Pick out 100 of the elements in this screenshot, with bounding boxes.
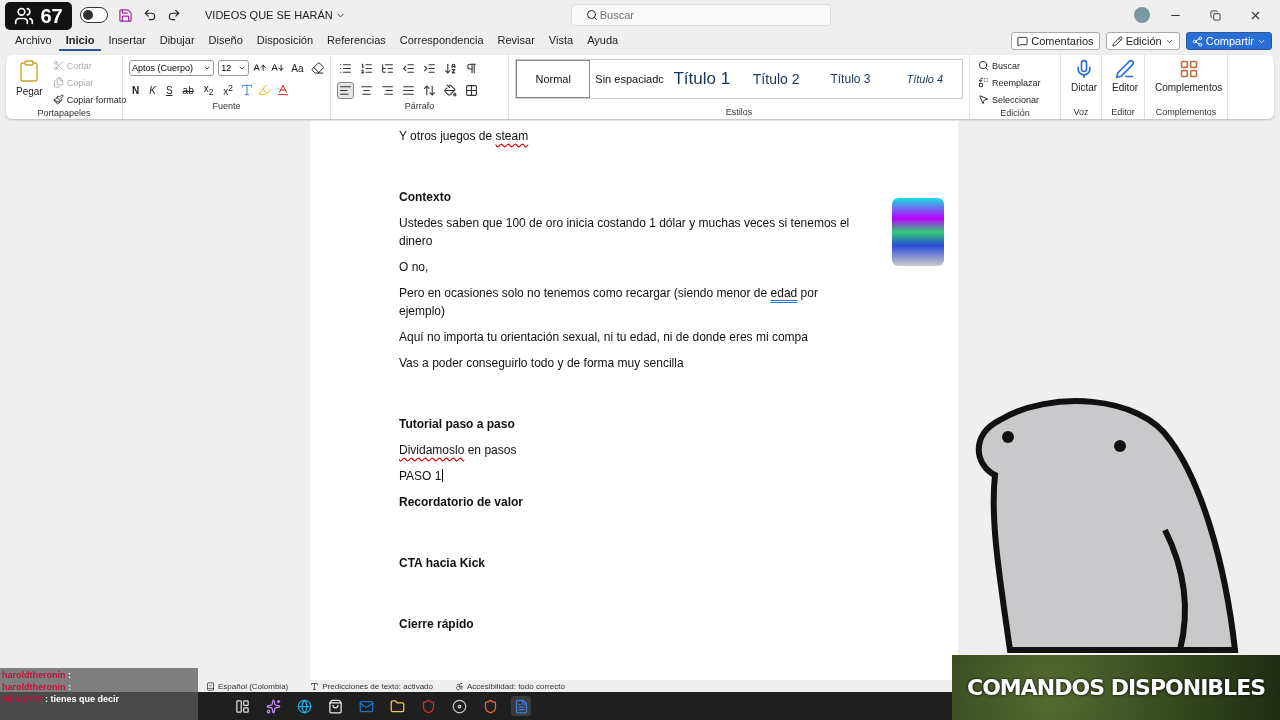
document-paragraph: O no, bbox=[399, 259, 430, 276]
search-icon bbox=[978, 60, 989, 71]
editing-action[interactable]: Seleccionar bbox=[976, 91, 1054, 108]
document-paragraph: Pero en ocasiones solo no tenemos como recargar (siendo menor de edad por ejemplo) bbox=[399, 285, 819, 320]
accessibility-icon bbox=[455, 681, 464, 691]
group-label: Edición bbox=[999, 108, 1031, 119]
style-item[interactable]: Normal bbox=[516, 60, 591, 98]
document-heading: CTA hacia Kick bbox=[399, 555, 487, 572]
status-item[interactable]: Accesibilidad: todo correcto bbox=[455, 681, 565, 691]
shield-icon bbox=[420, 698, 436, 714]
document-paragraph: Dividamoslo en pasos bbox=[399, 442, 518, 459]
people-icon bbox=[14, 6, 35, 26]
sort-icon bbox=[444, 61, 457, 75]
group-label: Fuente bbox=[211, 101, 242, 113]
search-field[interactable]: Buscar bbox=[570, 4, 831, 26]
font-size-field[interactable]: 12 bbox=[218, 60, 250, 76]
share-button[interactable]: Compartir bbox=[1185, 32, 1272, 50]
pen-icon bbox=[1115, 59, 1136, 79]
group-label: Voz bbox=[1072, 107, 1090, 119]
group-label: Portapapeles bbox=[36, 108, 92, 119]
document-heading: Recordatorio de valor bbox=[399, 494, 525, 511]
align-button[interactable] bbox=[337, 81, 354, 99]
menu-tab[interactable]: Correspondencia bbox=[392, 31, 491, 51]
book-check-icon bbox=[206, 681, 215, 691]
comments-button[interactable]: Comentarios bbox=[1011, 32, 1100, 50]
chat-message: Millo2707 : tienes que decir bbox=[2, 694, 120, 704]
share-icon bbox=[1191, 35, 1203, 47]
format-button[interactable]: ab bbox=[179, 84, 197, 96]
commands-banner: COMANDOS DISPONIBLES bbox=[952, 655, 1280, 720]
document-icon[interactable] bbox=[511, 696, 531, 716]
clipboard-action[interactable]: Copiar formato bbox=[50, 91, 129, 108]
mail-icon bbox=[358, 698, 374, 714]
grid-icon bbox=[465, 83, 478, 97]
text-effect-icon[interactable] bbox=[240, 83, 254, 97]
editing-action[interactable]: Reemplazar bbox=[976, 74, 1054, 91]
menu-tab[interactable]: Ayuda bbox=[580, 31, 626, 51]
align-icon bbox=[402, 83, 415, 97]
text-icon bbox=[310, 681, 320, 691]
document-heading: Cierre rápido bbox=[399, 616, 475, 633]
editor-button[interactable]: Editor bbox=[1108, 57, 1143, 95]
document-paragraph: Y otros juegos de steam bbox=[399, 128, 530, 145]
editing-action[interactable]: Buscar bbox=[976, 57, 1054, 74]
bag-icon bbox=[327, 698, 343, 714]
autosave-toggle[interactable] bbox=[80, 7, 108, 23]
menu-tab[interactable]: Insertar bbox=[101, 31, 153, 51]
status-item[interactable]: Predicciones de texto: activado bbox=[310, 681, 433, 691]
status-item[interactable]: Español (Colombia) bbox=[206, 681, 289, 691]
format-button[interactable]: N bbox=[129, 84, 143, 96]
clear-format-icon[interactable] bbox=[310, 61, 324, 75]
shading-button[interactable] bbox=[442, 81, 459, 99]
copy-icon bbox=[52, 77, 64, 88]
document-paragraph: Aquí no importa tu orientación sexual, ni tu edad, ni de donde eres mi compa bbox=[399, 329, 809, 346]
menu-tab[interactable]: Revisar bbox=[490, 31, 542, 51]
paint-bucket-icon bbox=[444, 83, 457, 97]
line-spacing-icon bbox=[423, 83, 436, 97]
outdent-icon bbox=[402, 61, 415, 75]
group-label: Párrafo bbox=[403, 101, 436, 113]
dictate-button[interactable]: Dictar bbox=[1067, 57, 1102, 95]
format-button[interactable]: S bbox=[162, 84, 176, 96]
menu-tab[interactable]: Referencias bbox=[320, 31, 393, 51]
paste-button[interactable]: Pegar bbox=[12, 57, 47, 99]
avatar-circle[interactable] bbox=[1134, 7, 1150, 23]
document-heading: Tutorial paso a paso bbox=[399, 416, 516, 433]
document-icon bbox=[513, 698, 529, 714]
viewer-count-badge: 67 bbox=[5, 2, 72, 30]
menu-tab[interactable]: Disposición bbox=[249, 31, 321, 51]
chat-message: haroldtheronin : bbox=[2, 682, 71, 692]
emote-placeholder bbox=[892, 198, 944, 266]
font-name-field[interactable]: Aptos (Cuerpo) bbox=[129, 60, 215, 76]
format-button[interactable]: x$^{2}$ bbox=[220, 82, 236, 98]
save-icon[interactable] bbox=[118, 7, 133, 23]
mode-button[interactable]: Edición bbox=[1105, 32, 1180, 50]
chevron-down-icon bbox=[238, 64, 247, 72]
pilcrow-icon bbox=[465, 61, 478, 75]
redo-icon[interactable] bbox=[167, 8, 181, 22]
menu-tab[interactable]: Dibujar bbox=[152, 31, 202, 51]
scissors-icon bbox=[52, 60, 64, 71]
group-label: Complementos bbox=[1154, 107, 1218, 119]
brush-icon bbox=[52, 94, 64, 105]
menu-tab[interactable]: Vista bbox=[541, 31, 581, 51]
indent-icon bbox=[423, 61, 436, 75]
addins-button[interactable]: Complementos bbox=[1151, 57, 1227, 95]
format-button[interactable]: K bbox=[146, 84, 159, 96]
menu-tab[interactable]: Archivo bbox=[8, 31, 59, 51]
change-case-button[interactable]: Aa bbox=[288, 62, 307, 74]
group-label: Editor bbox=[1110, 107, 1136, 119]
format-button[interactable]: x$_{2}$ bbox=[200, 83, 217, 97]
cursor-arrow-icon bbox=[978, 94, 989, 105]
undo-icon[interactable] bbox=[143, 8, 157, 22]
menu-tab[interactable]: Diseño bbox=[201, 31, 250, 51]
taskview-icon bbox=[234, 698, 250, 714]
chat-message: haroldtheronin : bbox=[2, 670, 71, 680]
font-color-icon[interactable] bbox=[276, 83, 290, 97]
disc-icon bbox=[451, 698, 467, 714]
chevron-down-icon bbox=[203, 64, 212, 72]
document-paragraph: Ustedes saben que 100 de oro inicia costando 1 dólar y muchas veces si tenemos el dinero bbox=[399, 215, 851, 250]
align-icon bbox=[381, 83, 394, 97]
numbered-list-icon bbox=[360, 61, 373, 75]
document-title[interactable]: VIDEOS QUE SE HARÁN bbox=[205, 9, 346, 21]
document-heading: Contexto bbox=[399, 189, 452, 206]
